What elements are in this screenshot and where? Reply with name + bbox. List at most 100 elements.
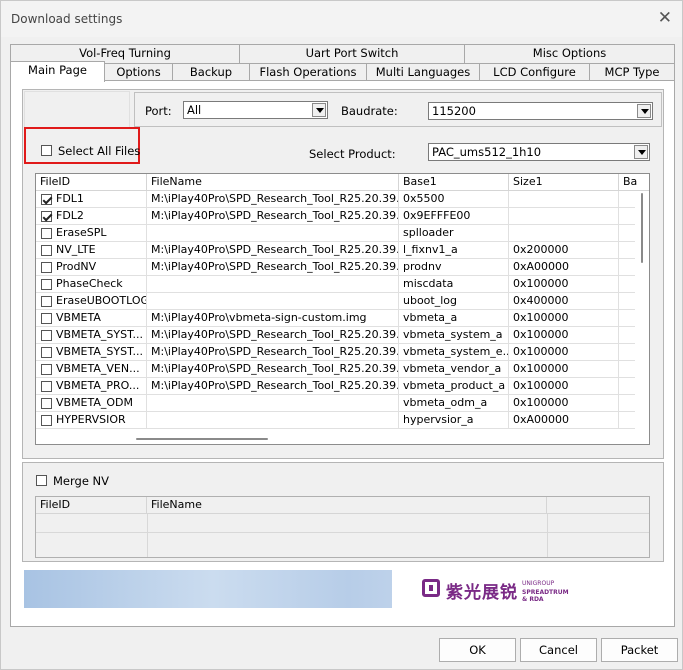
cell-size1: 0x100000 [509, 276, 619, 293]
cell-base1: vbmeta_system_e... [399, 344, 509, 361]
table-row[interactable]: VBMETA_SYST... M:\iPlay40Pro\SPD_Research… [36, 344, 635, 361]
row-checkbox[interactable] [41, 364, 52, 375]
cell-size1: 0x400000 [509, 293, 619, 310]
cell-size1: 0x100000 [509, 378, 619, 395]
select-all-files-label[interactable]: Select All Files [58, 144, 140, 158]
cell-fileid: EraseSPL [36, 225, 147, 242]
column-header-fileid[interactable]: FileID [36, 497, 147, 514]
row-checkbox[interactable] [41, 296, 52, 307]
select-all-files-checkbox[interactable] [41, 145, 52, 156]
row-checkbox[interactable] [41, 228, 52, 239]
table-row[interactable]: ProdNV M:\iPlay40Pro\SPD_Research_Tool_R2… [36, 259, 635, 276]
cell-size1: 0x100000 [509, 361, 619, 378]
row-checkbox[interactable] [41, 347, 52, 358]
merge-nv-list[interactable]: FileID FileName [35, 496, 650, 558]
table-row[interactable]: FDL2 M:\iPlay40Pro\SPD_Research_Tool_R25.… [36, 208, 635, 225]
packet-button[interactable]: Packet [601, 638, 678, 662]
cell-fileid: FDL1 [36, 191, 147, 208]
table-row[interactable]: EraseSPL splloader [36, 225, 635, 242]
baudrate-value: 115200 [432, 104, 476, 118]
column-header-base1[interactable]: Base1 [399, 174, 509, 191]
row-checkbox[interactable] [41, 415, 52, 426]
table-row[interactable]: VBMETA_VEN... M:\iPlay40Pro\SPD_Research_… [36, 361, 635, 378]
cancel-button[interactable]: Cancel [520, 638, 597, 662]
merge-nv-label[interactable]: Merge NV [53, 474, 109, 488]
row-checkbox[interactable] [41, 313, 52, 324]
table-row[interactable]: VBMETA M:\iPlay40Pro\vbmeta-sign-custom.i… [36, 310, 635, 327]
file-list[interactable]: FileID FileName Base1 Size1 Ba FDL1 M:\iP… [35, 173, 650, 445]
cell-size1: 0x100000 [509, 310, 619, 327]
cell-base2 [619, 276, 635, 293]
column-header-filename[interactable]: FileName [147, 497, 547, 514]
cell-size1 [509, 225, 619, 242]
column-header-base2[interactable]: Ba [619, 174, 649, 191]
horizontal-scroll-thumb[interactable] [136, 438, 268, 440]
cell-base1: vbmeta_vendor_a [399, 361, 509, 378]
vertical-scrollbar[interactable] [635, 191, 649, 429]
cell-base1: splloader [399, 225, 509, 242]
row-checkbox[interactable] [41, 398, 52, 409]
cell-size1: 0x200000 [509, 242, 619, 259]
cell-size1 [509, 208, 619, 225]
table-row[interactable]: NV_LTE M:\iPlay40Pro\SPD_Research_Tool_R2… [36, 242, 635, 259]
column-header-fileid[interactable]: FileID [36, 174, 147, 191]
merge-nv-list-header: FileID FileName [36, 497, 649, 514]
cell-filename: M:\iPlay40Pro\vbmeta-sign-custom.img [147, 310, 399, 327]
cell-filename: M:\iPlay40Pro\SPD_Research_Tool_R25.20.3… [147, 327, 399, 344]
cell-filename: M:\iPlay40Pro\SPD_Research_Tool_R25.20.3… [147, 191, 399, 208]
table-row[interactable]: VBMETA_PRO... M:\iPlay40Pro\SPD_Research_… [36, 378, 635, 395]
column-header-size1[interactable]: Size1 [509, 174, 619, 191]
cell-filename [147, 276, 399, 293]
cell-base1: vbmeta_product_a [399, 378, 509, 395]
cell-base2 [619, 293, 635, 310]
blank-panel [24, 91, 130, 128]
grid-line [147, 514, 148, 557]
port-settings-group: Port: All Baudrate: 115200 [134, 92, 662, 127]
table-row[interactable]: VBMETA_SYST... M:\iPlay40Pro\SPD_Research… [36, 327, 635, 344]
baudrate-label: Baudrate: [341, 104, 398, 118]
column-header-filename[interactable]: FileName [147, 174, 399, 191]
select-product-combo[interactable]: PAC_ums512_1h10 [428, 143, 650, 161]
chevron-down-icon[interactable] [637, 104, 651, 118]
port-label: Port: [145, 104, 172, 118]
port-value: All [187, 103, 202, 117]
tab-main-page[interactable]: Main Page [10, 61, 105, 82]
table-row[interactable]: FDL1 M:\iPlay40Pro\SPD_Research_Tool_R25.… [36, 191, 635, 208]
row-checkbox[interactable] [41, 211, 52, 222]
table-row[interactable]: HYPERVSIOR hypervsior_a 0xA00000 [36, 412, 635, 429]
baudrate-combo[interactable]: 115200 [428, 102, 653, 120]
ok-button[interactable]: OK [439, 638, 516, 662]
cell-base1: 0x5500 [399, 191, 509, 208]
port-combo[interactable]: All [183, 101, 328, 119]
file-settings-group: Port: All Baudrate: 115200 Select All Fi… [22, 89, 664, 459]
vertical-scroll-thumb[interactable] [641, 193, 643, 263]
cell-base2 [619, 395, 635, 412]
cell-size1: 0xA00000 [509, 412, 619, 429]
grid-line [36, 532, 649, 533]
cell-filename [147, 225, 399, 242]
cell-filename: M:\iPlay40Pro\SPD_Research_Tool_R25.20.3… [147, 344, 399, 361]
row-checkbox[interactable] [41, 262, 52, 273]
chevron-down-icon[interactable] [634, 145, 648, 159]
chevron-down-icon[interactable] [312, 103, 326, 117]
row-checkbox[interactable] [41, 194, 52, 205]
cell-base1: vbmeta_a [399, 310, 509, 327]
table-row[interactable]: VBMETA_ODM vbmeta_odm_a 0x100000 [36, 395, 635, 412]
table-row[interactable]: EraseUBOOTLOG uboot_log 0x400000 [36, 293, 635, 310]
row-checkbox[interactable] [41, 245, 52, 256]
cell-fileid: VBMETA [36, 310, 147, 327]
tab-uart-port-switch[interactable]: Uart Port Switch [239, 44, 465, 63]
row-checkbox[interactable] [41, 279, 52, 290]
cell-base2 [619, 361, 635, 378]
cell-fileid: HYPERVSIOR [36, 412, 147, 429]
row-checkbox[interactable] [41, 381, 52, 392]
row-checkbox[interactable] [41, 330, 52, 341]
tab-misc-options[interactable]: Misc Options [464, 44, 675, 63]
cell-filename: M:\iPlay40Pro\SPD_Research_Tool_R25.20.3… [147, 208, 399, 225]
close-icon[interactable]: ✕ [658, 8, 672, 28]
merge-nv-checkbox[interactable] [36, 475, 47, 486]
table-row[interactable]: PhaseCheck miscdata 0x100000 [36, 276, 635, 293]
cell-base2 [619, 327, 635, 344]
cell-fileid: FDL2 [36, 208, 147, 225]
cell-filename [147, 395, 399, 412]
